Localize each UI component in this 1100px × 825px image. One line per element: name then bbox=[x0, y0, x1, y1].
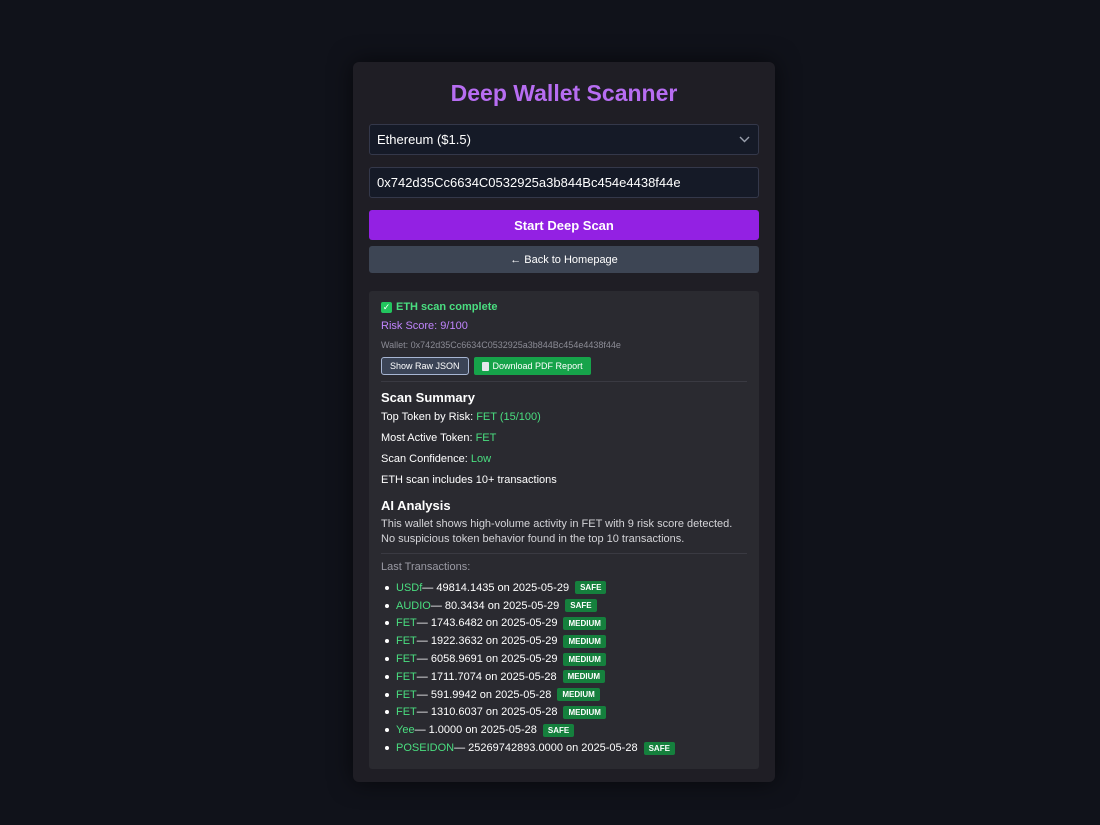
confidence-label: Scan Confidence: bbox=[381, 453, 471, 465]
wallet-line: Wallet: 0x742d35Cc6634C0532925a3b844Bc45… bbox=[381, 340, 621, 350]
tx-token[interactable]: FET bbox=[396, 671, 417, 683]
ai-analysis-heading: AI Analysis bbox=[381, 498, 451, 513]
divider bbox=[381, 381, 747, 382]
status-badge: SAFE bbox=[643, 741, 675, 755]
download-pdf-label: Download PDF Report bbox=[492, 361, 583, 371]
scan-status: ✓ ETH scan complete bbox=[381, 299, 747, 315]
scan-status-text: ETH scan complete bbox=[396, 301, 498, 313]
tx-token[interactable]: FET bbox=[396, 653, 417, 665]
status-badge: SAFE bbox=[565, 599, 597, 613]
list-item: FET — 1711.7074 on 2025-05-28 MEDIUM bbox=[385, 668, 747, 686]
most-active-row: Most Active Token: FET bbox=[381, 432, 747, 448]
risk-score: Risk Score: 9/100 bbox=[381, 320, 468, 332]
tx-token[interactable]: POSEIDON bbox=[396, 742, 454, 754]
status-badge: SAFE bbox=[575, 581, 607, 595]
bullet bbox=[385, 657, 389, 662]
chain-select[interactable]: Ethereum ($1.5) bbox=[369, 124, 759, 155]
list-item: Yee — 1.0000 on 2025-05-28 SAFE bbox=[385, 721, 747, 739]
list-item: FET — 1310.6037 on 2025-05-28 MEDIUM bbox=[385, 704, 747, 722]
status-badge: MEDIUM bbox=[562, 670, 606, 684]
tx-detail: — 1.0000 on 2025-05-28 bbox=[414, 724, 537, 737]
tx-detail: — 6058.9691 on 2025-05-29 bbox=[416, 653, 558, 666]
ai-analysis-text: This wallet shows high-volume activity i… bbox=[381, 518, 733, 545]
tx-detail: — 1711.7074 on 2025-05-28 bbox=[416, 670, 557, 683]
bullet bbox=[385, 728, 389, 733]
status-badge: MEDIUM bbox=[563, 705, 606, 719]
tx-detail: — 1310.6037 on 2025-05-28 bbox=[416, 706, 558, 719]
bullet bbox=[385, 639, 389, 644]
chevron-down-icon bbox=[738, 134, 750, 146]
transactions-list: USDf — 49814.1435 on 2025-05-29 SAFE AUDI… bbox=[381, 579, 747, 757]
tx-count-note: ETH scan includes 10+ transactions bbox=[381, 474, 557, 486]
list-item: FET — 1743.6482 on 2025-05-29 MEDIUM bbox=[385, 615, 747, 633]
list-item: FET — 6058.9691 on 2025-05-29 MEDIUM bbox=[385, 650, 747, 668]
tx-token[interactable]: Yee bbox=[396, 724, 415, 736]
list-item: POSEIDON — 25269742893.0000 on 2025-05-2… bbox=[385, 739, 747, 757]
wallet-address-value: 0x742d35Cc6634C0532925a3b844Bc454e4438f4… bbox=[377, 175, 681, 190]
document-icon bbox=[481, 361, 489, 371]
bullet bbox=[385, 710, 389, 715]
status-badge: SAFE bbox=[542, 723, 575, 737]
chain-select-value: Ethereum ($1.5) bbox=[377, 132, 471, 147]
tx-token[interactable]: USDf bbox=[396, 582, 422, 594]
most-active-label: Most Active Token: bbox=[381, 432, 476, 444]
tx-detail: — 591.9942 on 2025-05-28 bbox=[416, 688, 552, 701]
status-badge: MEDIUM bbox=[563, 616, 606, 630]
tx-detail: — 1743.6482 on 2025-05-29 bbox=[416, 617, 558, 630]
scanner-card: Deep Wallet Scanner Ethereum ($1.5) 0x74… bbox=[353, 62, 775, 782]
tx-token[interactable]: FET bbox=[396, 689, 417, 701]
list-item: FET — 591.9942 on 2025-05-28 MEDIUM bbox=[385, 686, 747, 704]
list-item: FET — 1922.3632 on 2025-05-29 MEDIUM bbox=[385, 632, 747, 650]
top-token-value: FET (15/100) bbox=[476, 411, 541, 423]
top-token-label: Top Token by Risk: bbox=[381, 411, 477, 423]
most-active-value: FET bbox=[475, 432, 497, 444]
bullet bbox=[385, 621, 389, 626]
status-badge: MEDIUM bbox=[557, 688, 600, 702]
bullet bbox=[385, 603, 389, 608]
list-item: AUDIO — 80.3434 on 2025-05-29 SAFE bbox=[385, 597, 747, 615]
download-pdf-button[interactable]: Download PDF Report bbox=[473, 357, 591, 375]
tx-detail: — 80.3434 on 2025-05-29 bbox=[430, 599, 560, 612]
scan-summary-heading: Scan Summary bbox=[381, 390, 475, 405]
bullet bbox=[385, 746, 389, 751]
tx-detail: — 49814.1435 on 2025-05-29 bbox=[422, 581, 570, 594]
show-raw-json-button[interactable]: Show Raw JSON bbox=[381, 357, 469, 375]
wallet-address-input[interactable]: 0x742d35Cc6634C0532925a3b844Bc454e4438f4… bbox=[369, 167, 759, 198]
top-token-row: Top Token by Risk: FET (15/100) bbox=[381, 411, 747, 427]
scan-results-panel: ✓ ETH scan complete Risk Score: 9/100 Wa… bbox=[369, 291, 759, 769]
last-transactions-label: Last Transactions: bbox=[381, 561, 471, 573]
list-item: USDf — 49814.1435 on 2025-05-29 SAFE bbox=[385, 579, 747, 597]
tx-token[interactable]: FET bbox=[396, 706, 417, 718]
tx-token[interactable]: FET bbox=[396, 617, 417, 629]
status-badge: MEDIUM bbox=[563, 634, 606, 648]
bullet bbox=[385, 692, 389, 697]
confidence-row: Scan Confidence: Low bbox=[381, 453, 747, 469]
check-icon: ✓ bbox=[381, 301, 392, 313]
status-badge: MEDIUM bbox=[563, 652, 606, 666]
confidence-value: Low bbox=[470, 453, 492, 465]
tx-token[interactable]: AUDIO bbox=[396, 600, 431, 612]
bullet bbox=[385, 585, 389, 590]
page-title: Deep Wallet Scanner bbox=[450, 80, 678, 106]
divider bbox=[381, 553, 747, 554]
start-deep-scan-button[interactable]: Start Deep Scan bbox=[369, 210, 759, 240]
bullet bbox=[385, 674, 389, 679]
back-to-homepage-button[interactable]: ← Back to Homepage bbox=[369, 246, 759, 273]
result-actions: Show Raw JSON Download PDF Report bbox=[381, 357, 747, 375]
tx-detail: — 1922.3632 on 2025-05-29 bbox=[416, 635, 558, 648]
tx-detail: — 25269742893.0000 on 2025-05-28 bbox=[454, 742, 638, 755]
tx-token[interactable]: FET bbox=[396, 635, 417, 647]
